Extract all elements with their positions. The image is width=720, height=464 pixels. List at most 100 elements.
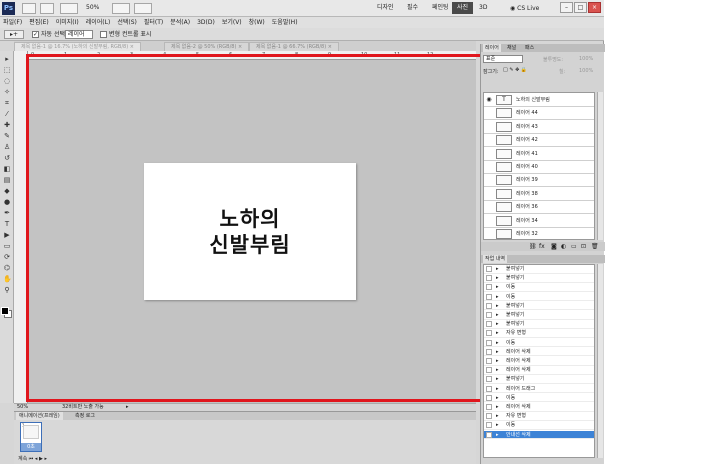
menu-item[interactable]: 편집(E) <box>29 17 49 28</box>
cs-live-button[interactable]: ◉ CS Live <box>510 3 539 14</box>
history-item[interactable]: ▸ 레이어 삭제 <box>484 348 594 357</box>
visibility-eye-icon[interactable] <box>485 163 493 171</box>
history-scrollbar[interactable] <box>597 264 603 458</box>
workspace-button[interactable]: 사진 <box>452 2 474 14</box>
minimize-button[interactable]: – <box>560 2 573 13</box>
history-brush-source-box[interactable] <box>486 284 492 291</box>
horizontal-ruler[interactable]: 0 1 2 3 4 5 6 7 8 9 10 11 12 <box>28 51 476 60</box>
blur-tool-icon[interactable]: ◆ <box>3 187 11 195</box>
history-item[interactable]: ▸ 붙여넣기 <box>484 302 594 311</box>
visibility-eye-icon[interactable] <box>485 136 493 144</box>
history-brush-source-box[interactable] <box>486 339 492 346</box>
history-item[interactable]: ▸ 붙여넣기 <box>484 311 594 320</box>
history-brush-source-box[interactable] <box>486 275 492 282</box>
workspace-button[interactable]: 3D <box>474 2 492 14</box>
foreground-color-swatch[interactable] <box>1 307 9 315</box>
layer-row[interactable]: 레이어 36 <box>484 200 594 215</box>
opacity-value[interactable]: 100% <box>579 56 593 62</box>
quick-select-icon[interactable]: ✧ <box>3 88 11 96</box>
layer-row[interactable]: 레이어 41 <box>484 147 594 161</box>
menu-item[interactable]: 도움말(H) <box>272 17 298 28</box>
lasso-tool-icon[interactable]: ◌ <box>3 77 11 85</box>
history-brush-icon[interactable]: ↺ <box>3 154 11 162</box>
history-item[interactable]: ▸ 붙여넣기 <box>484 375 594 384</box>
arrange-documents-button[interactable] <box>112 3 130 14</box>
visibility-eye-icon[interactable] <box>485 176 493 184</box>
history-brush-source-box[interactable] <box>486 385 492 392</box>
tab-layers[interactable]: 레이어 <box>483 44 501 52</box>
new-layer-icon[interactable]: ⊡ <box>581 242 586 251</box>
fill-value[interactable]: 100% <box>579 68 593 74</box>
history-item[interactable]: ▸ 레이어 삭제 <box>484 366 594 375</box>
pen-tool-icon[interactable]: ✒ <box>3 209 11 217</box>
next-frame-icon[interactable]: ▸ <box>44 456 47 462</box>
history-brush-source-box[interactable] <box>486 302 492 309</box>
layer-row[interactable]: 레이어 40 <box>484 160 594 174</box>
visibility-eye-icon[interactable] <box>485 109 493 117</box>
menu-item[interactable]: 필터(T) <box>144 17 163 28</box>
history-item[interactable]: ▸ 레이어 드래그 <box>484 385 594 394</box>
visibility-eye-icon[interactable] <box>485 123 493 131</box>
first-frame-icon[interactable]: ⏮ <box>29 456 34 462</box>
marquee-tool-icon[interactable]: ⬚ <box>3 66 11 74</box>
history-brush-source-box[interactable] <box>486 330 492 337</box>
bridge-button[interactable] <box>22 3 36 14</box>
mask-icon[interactable]: ◙ <box>551 242 557 251</box>
lock-icons[interactable]: □ ✎ ✥ 🔒 <box>503 67 527 73</box>
tab-channels[interactable]: 채널 <box>505 44 518 52</box>
menu-item[interactable]: 창(W) <box>249 17 265 28</box>
history-item[interactable]: ▸ 안내선 삭제 <box>484 430 594 440</box>
auto-select-checkbox[interactable]: ✓ <box>32 31 39 38</box>
history-item[interactable]: ▸ 이동 <box>484 394 594 403</box>
clone-stamp-icon[interactable]: ♙ <box>3 143 11 151</box>
menu-item[interactable]: 파일(F) <box>3 17 22 28</box>
frame-duration[interactable]: 0초 <box>21 443 41 451</box>
play-icon[interactable]: ▶ <box>39 456 43 462</box>
auto-select-dropdown[interactable]: 레이어 <box>65 30 93 39</box>
history-item[interactable]: ▸ 붙여넣기 <box>484 320 594 329</box>
tab-animation[interactable]: 애니메이션(프레임) <box>16 412 63 420</box>
workspace-button[interactable]: 페인팅 <box>427 2 454 14</box>
history-item[interactable]: ▸ 이동 <box>484 421 594 430</box>
history-item[interactable]: ▸ 자유 변형 <box>484 412 594 421</box>
status-zoom[interactable]: 50% <box>17 404 28 411</box>
history-brush-source-box[interactable] <box>486 312 492 318</box>
history-brush-source-box[interactable] <box>486 422 492 429</box>
history-item[interactable]: ▸ 붙여넣기 <box>484 265 594 274</box>
tab-history[interactable]: 작업 내역 <box>483 255 507 263</box>
move-tool-icon[interactable]: ▸ <box>3 55 11 63</box>
status-arrow-icon[interactable]: ▸ <box>126 404 129 411</box>
menu-item[interactable]: 이미지(I) <box>56 17 79 28</box>
visibility-eye-icon[interactable] <box>485 230 493 238</box>
history-item[interactable]: ▸ 이동 <box>484 339 594 348</box>
history-brush-source-box[interactable] <box>486 348 492 355</box>
zoom-tool-icon[interactable]: ⚲ <box>3 286 11 294</box>
layer-row[interactable]: 레이어 43 <box>484 120 594 134</box>
workspace-button[interactable]: 디자인 <box>372 2 399 14</box>
layer-row[interactable]: 레이어 38 <box>484 187 594 201</box>
layer-row[interactable]: 레이어 39 <box>484 173 594 188</box>
3d-camera-icon[interactable]: ⌬ <box>3 264 11 272</box>
3d-rotate-icon[interactable]: ⟳ <box>3 253 11 261</box>
menu-item[interactable]: 레이어(L) <box>86 17 111 28</box>
shape-tool-icon[interactable]: ▭ <box>3 242 11 250</box>
menu-item[interactable]: 선택(S) <box>117 17 137 28</box>
crop-tool-icon[interactable]: ⌗ <box>3 99 11 107</box>
history-brush-source-box[interactable] <box>486 431 492 438</box>
gradient-tool-icon[interactable]: ▤ <box>3 176 11 184</box>
transform-controls-checkbox[interactable] <box>100 31 107 38</box>
healing-brush-icon[interactable]: ✚ <box>3 121 11 129</box>
view-extras-button[interactable] <box>60 3 78 14</box>
document-tab[interactable]: 제목 없음-1 @ 66.7% (RGB/8) × <box>249 42 339 51</box>
brush-tool-icon[interactable]: ✎ <box>3 132 11 140</box>
menu-item[interactable]: 분석(A) <box>170 17 190 28</box>
folder-icon[interactable]: ▭ <box>571 242 577 251</box>
blend-mode-dropdown[interactable]: 표준 <box>483 55 523 63</box>
type-tool-icon[interactable]: T <box>3 220 11 228</box>
menu-item[interactable]: 3D(D) <box>197 17 215 28</box>
adjustment-icon[interactable]: ◐ <box>561 242 566 251</box>
link-layers-icon[interactable]: ⛓ <box>529 242 537 251</box>
history-brush-source-box[interactable] <box>486 321 492 328</box>
prev-frame-icon[interactable]: ◂ <box>35 456 38 462</box>
history-brush-source-box[interactable] <box>486 367 492 374</box>
